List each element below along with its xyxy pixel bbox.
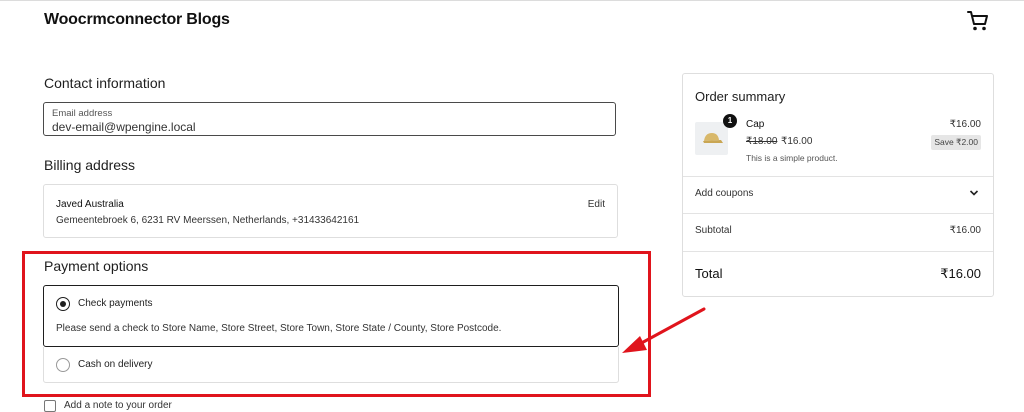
payment-option-description: Please send a check to Store Name, Store… — [56, 323, 502, 334]
payment-option-label: Check payments — [78, 298, 153, 309]
billing-address-line: Gemeentebroek 6, 6231 RV Meerssen, Nethe… — [56, 215, 360, 226]
top-border — [0, 0, 1024, 1]
product-image — [695, 122, 728, 155]
payment-option-check[interactable]: Check payments Please send a check to St… — [43, 285, 619, 347]
cart-icon[interactable] — [966, 10, 990, 32]
divider — [683, 176, 993, 177]
radio-selected-icon[interactable] — [56, 297, 70, 311]
subtotal-value: ₹16.00 — [949, 225, 981, 236]
line-total: ₹16.00 — [949, 119, 981, 130]
edit-address-link[interactable]: Edit — [588, 199, 605, 210]
subtotal-label: Subtotal — [695, 225, 732, 236]
order-summary-title: Order summary — [695, 89, 786, 104]
product-description: This is a simple product. — [746, 153, 838, 163]
order-summary-panel: Order summary 1 Cap ₹18.00 ₹16.00 This i… — [682, 73, 994, 297]
billing-name: Javed Australia — [56, 199, 124, 210]
order-note-checkbox[interactable] — [44, 400, 56, 412]
product-name: Cap — [746, 119, 765, 130]
payment-option-cod[interactable]: Cash on delivery — [43, 347, 619, 383]
order-note-label[interactable]: Add a note to your order — [64, 400, 172, 411]
regular-price: ₹18.00 — [746, 136, 778, 147]
divider — [683, 213, 993, 214]
email-label: Email address — [52, 108, 113, 119]
billing-heading: Billing address — [44, 157, 136, 173]
site-title[interactable]: Woocrmconnector Blogs — [44, 11, 230, 29]
payment-heading: Payment options — [44, 258, 149, 274]
cap-icon — [703, 133, 723, 143]
add-coupons-toggle[interactable]: Add coupons — [695, 188, 753, 199]
contact-heading: Contact information — [44, 75, 166, 91]
chevron-down-icon[interactable] — [969, 189, 979, 197]
email-field[interactable]: Email address dev-email@wpengine.local — [43, 102, 616, 136]
radio-unselected-icon[interactable] — [56, 358, 70, 372]
total-value: ₹16.00 — [940, 266, 981, 281]
red-arrow-icon — [622, 307, 706, 353]
email-value[interactable]: dev-email@wpengine.local — [52, 120, 196, 134]
sale-price: ₹16.00 — [781, 136, 813, 147]
savings-badge: Save ₹2.00 — [931, 135, 981, 150]
billing-address-card: Javed Australia Gemeentebroek 6, 6231 RV… — [43, 184, 618, 238]
divider — [683, 251, 993, 252]
quantity-badge: 1 — [723, 114, 737, 128]
total-label: Total — [695, 266, 723, 281]
payment-option-label: Cash on delivery — [78, 359, 153, 370]
